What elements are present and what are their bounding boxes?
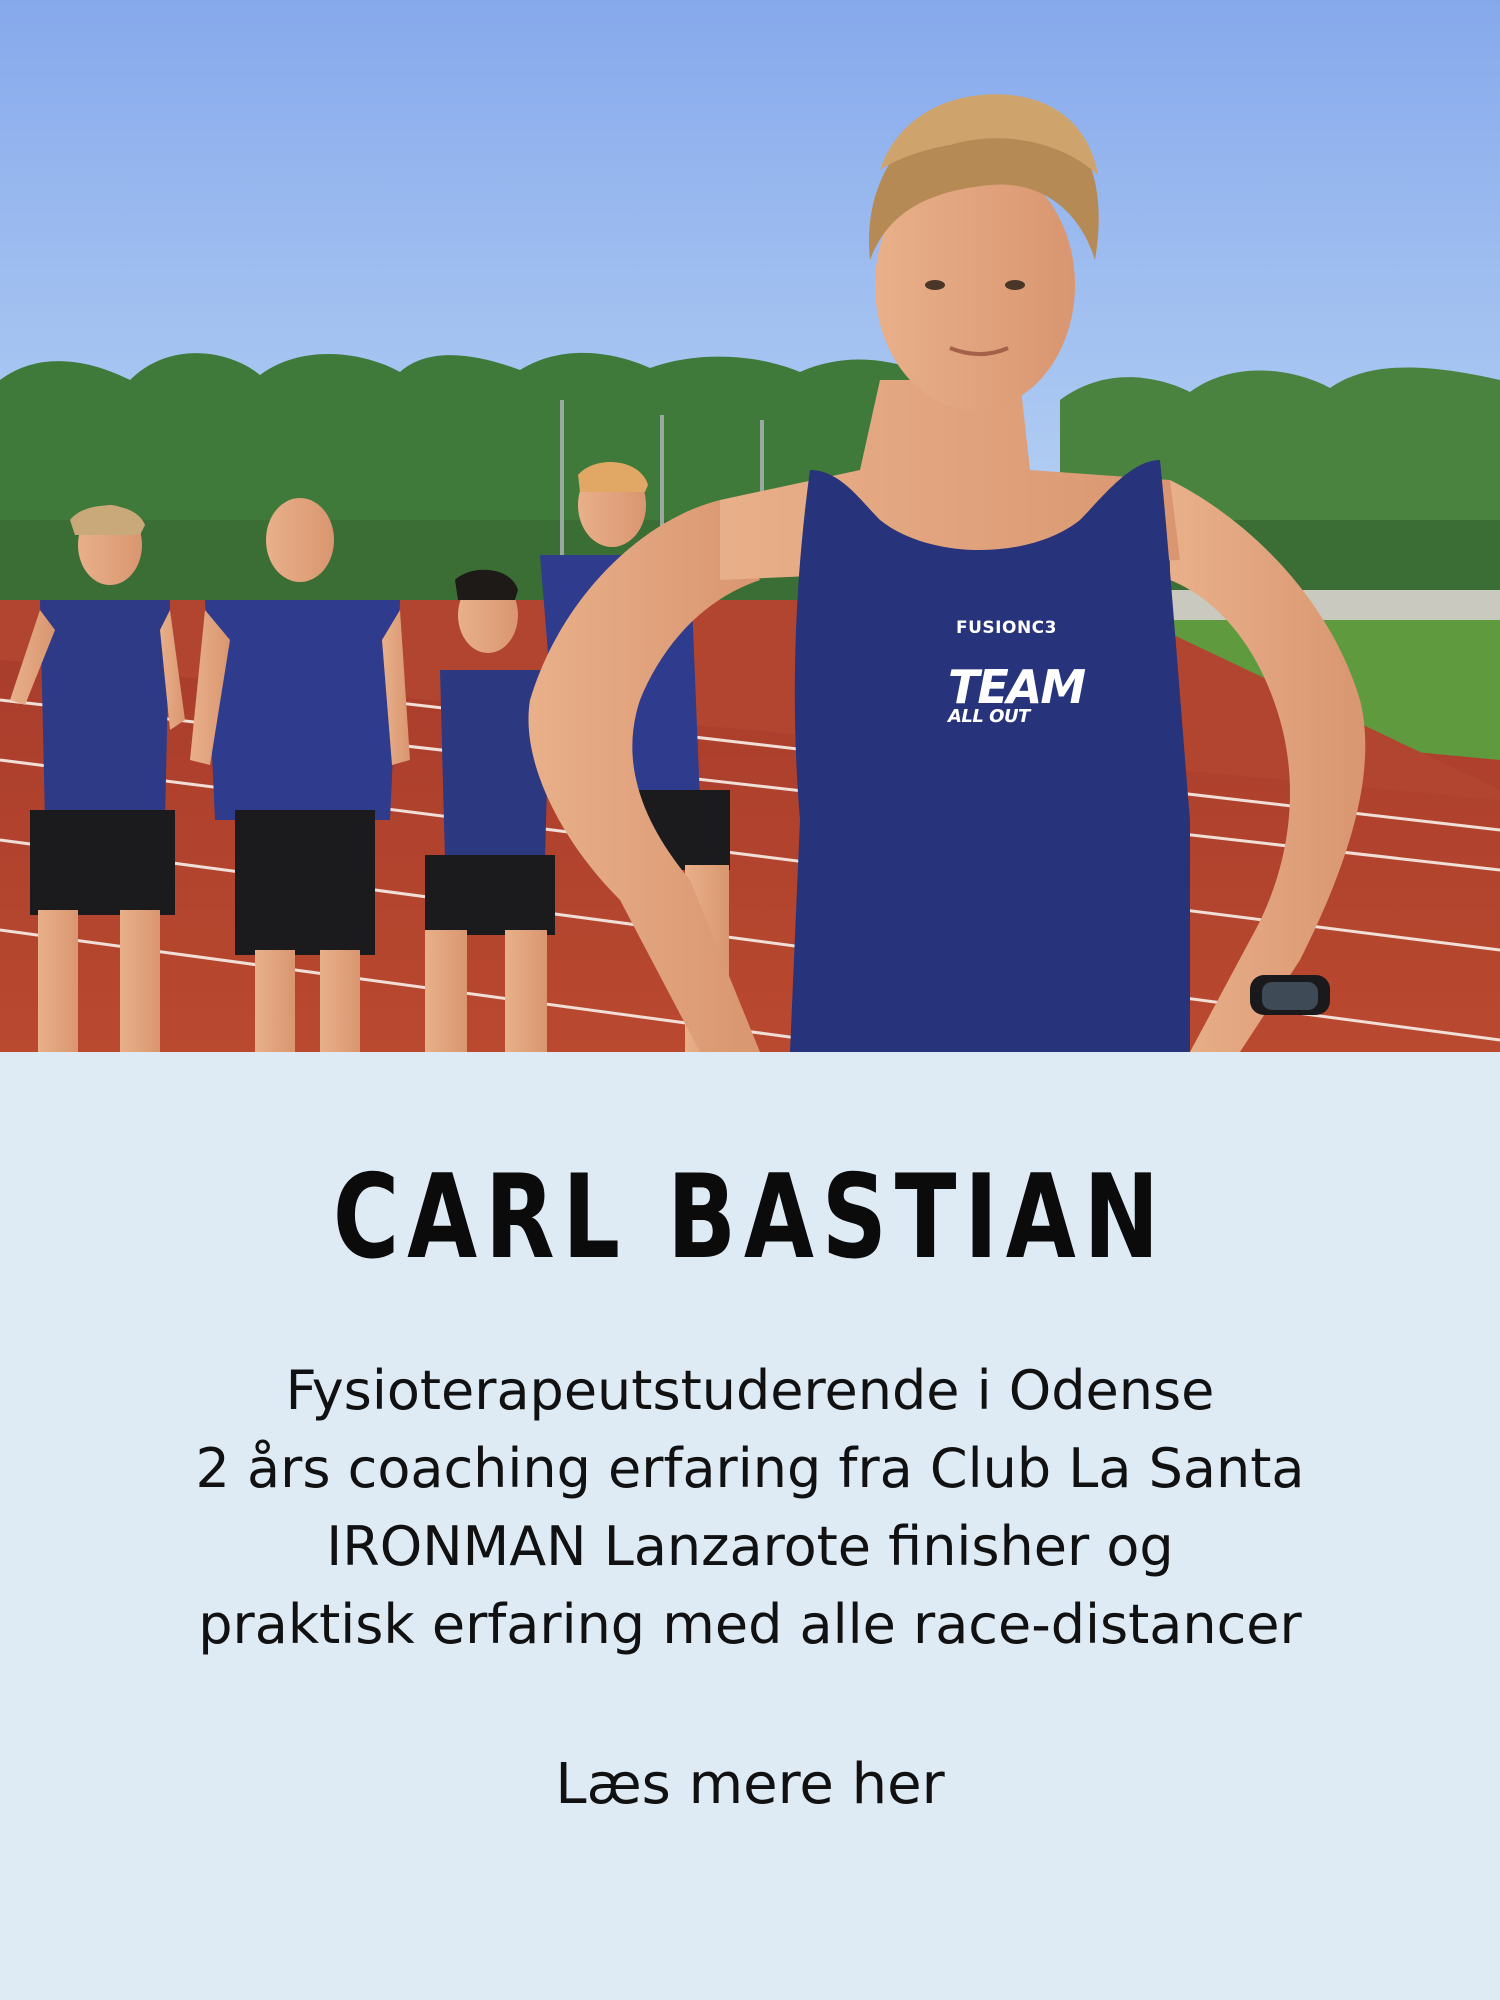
- coach-card: FUSIONC3 TEAM ALL OUT CARL BASTIAN Fysio…: [0, 0, 1500, 2000]
- jersey-team-top: TEAM: [948, 660, 1086, 714]
- coach-photo: FUSIONC3 TEAM ALL OUT: [0, 0, 1500, 1052]
- track-team-photo: [0, 0, 1500, 1052]
- bio-line: 2 års coaching erfaring fra Club La Sant…: [195, 1437, 1305, 1500]
- coach-bio: Fysioterapeutstuderende i Odense 2 års c…: [0, 1352, 1500, 1664]
- jersey-brand-text: FUSIONC3: [956, 618, 1057, 638]
- bio-line: praktisk erfaring med alle race-distance…: [198, 1593, 1302, 1656]
- read-more-link[interactable]: Læs mere her: [0, 1752, 1500, 1817]
- coach-name: CARL BASTIAN: [332, 1150, 1168, 1285]
- coach-info-panel: CARL BASTIAN Fysioterapeutstuderende i O…: [0, 1052, 1500, 2000]
- bio-line: IRONMAN Lanzarote finisher og: [326, 1515, 1174, 1578]
- bio-line: Fysioterapeutstuderende i Odense: [285, 1359, 1215, 1422]
- jersey-team-logo: TEAM ALL OUT: [948, 660, 1086, 726]
